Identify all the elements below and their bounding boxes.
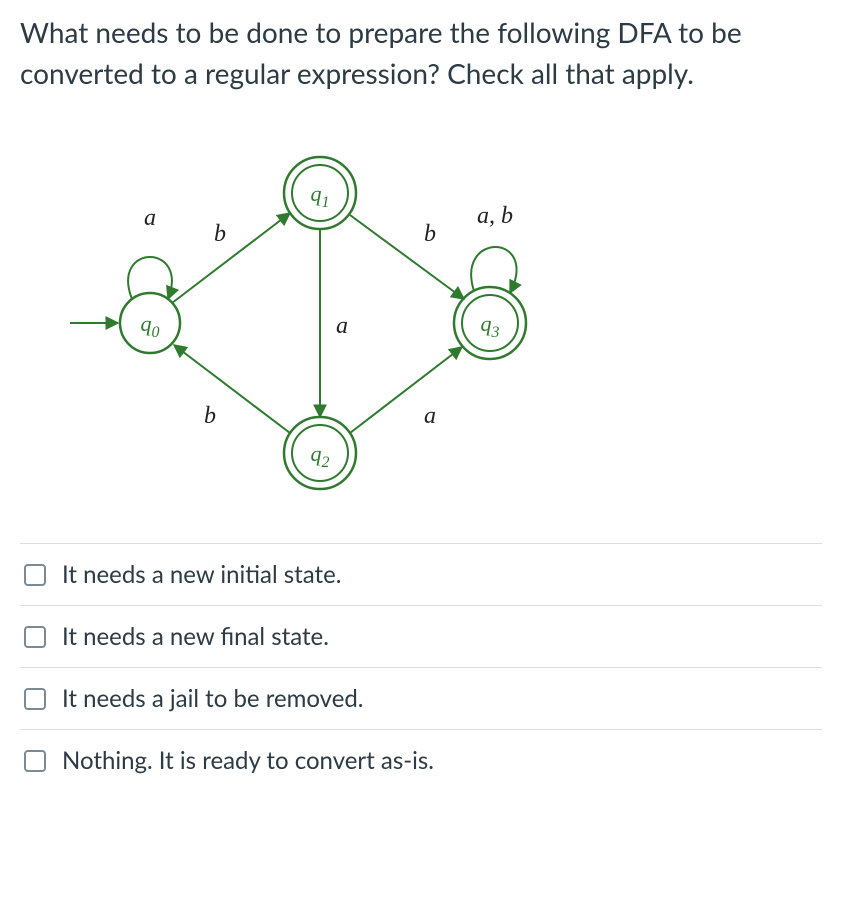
option-label[interactable]: It needs a new final state. <box>62 622 329 651</box>
edge-q2-q3-label: a <box>424 403 436 429</box>
dfa-diagram: q0 q1 q2 q3 a a, b <box>50 123 570 513</box>
edge-q2-q0 <box>174 345 290 433</box>
option-checkbox-4[interactable] <box>24 750 46 772</box>
state-q0-label: q0 <box>141 311 160 341</box>
edge-q3-loop-label: a, b <box>477 203 513 229</box>
option-checkbox-2[interactable] <box>24 626 46 648</box>
option-checkbox-1[interactable] <box>24 564 46 586</box>
edge-q2-q0-label: b <box>204 403 216 429</box>
state-q1-label: q1 <box>311 181 330 211</box>
option-label[interactable]: It needs a new initial state. <box>62 560 341 589</box>
option-label[interactable]: Nothing. It is ready to convert as-is. <box>62 746 434 775</box>
option-row[interactable]: It needs a new initial state. <box>20 544 822 606</box>
option-row[interactable]: It needs a new final state. <box>20 606 822 668</box>
quiz-container: What needs to be done to prepare the fol… <box>0 0 842 811</box>
dfa-diagram-wrap: q0 q1 q2 q3 a a, b <box>20 113 822 543</box>
edge-q1-q2-label: a <box>336 313 348 339</box>
option-label[interactable]: It needs a jail to be removed. <box>62 684 363 713</box>
edge-q1-q3 <box>350 215 464 299</box>
edge-q1-q3-label: b <box>424 221 436 247</box>
option-row[interactable]: It needs a jail to be removed. <box>20 668 822 730</box>
option-row[interactable]: Nothing. It is ready to convert as-is. <box>20 730 822 791</box>
option-checkbox-3[interactable] <box>24 688 46 710</box>
edge-q0-loop-label: a <box>144 205 156 231</box>
state-q3-label: q3 <box>481 311 500 341</box>
edge-q0-q1-label: b <box>214 221 226 247</box>
edge-q2-q3 <box>350 347 462 433</box>
question-text: What needs to be done to prepare the fol… <box>20 12 822 93</box>
edge-q0-q1 <box>172 213 290 303</box>
state-q2-label: q2 <box>311 441 330 471</box>
options-list: It needs a new initial state. It needs a… <box>20 543 822 791</box>
